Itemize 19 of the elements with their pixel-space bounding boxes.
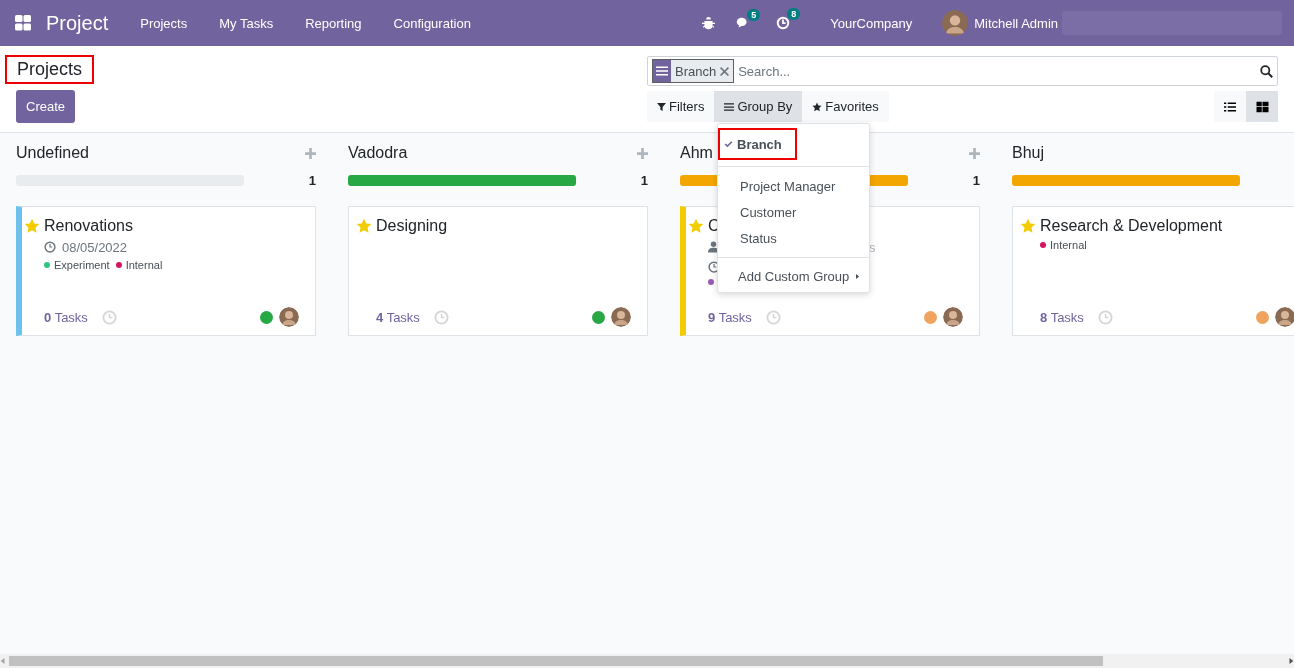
activity-count-badge: 8 xyxy=(787,8,801,20)
manager-name: s xyxy=(869,239,876,255)
record-count: 1 xyxy=(640,172,648,188)
record-count: 1 xyxy=(972,172,980,188)
facet-label: Branch xyxy=(675,63,717,79)
tag-label: Internal xyxy=(125,259,163,271)
project-name: Designing xyxy=(376,217,448,235)
message-count-badge: 5 xyxy=(747,8,761,21)
project-name: Research & Development xyxy=(1040,217,1223,235)
tag-label: Experiment xyxy=(54,259,110,271)
column-title: Undefined xyxy=(16,144,89,162)
record-count: 1 xyxy=(308,172,316,188)
column-title: Ahm xyxy=(680,144,713,162)
tag-label: Internal xyxy=(1050,239,1087,251)
column-title: Vadodra xyxy=(348,144,408,162)
project-name: Renovations xyxy=(44,217,133,235)
column-title: Bhuj xyxy=(1012,144,1045,162)
breadcrumb-title: Projects xyxy=(5,55,95,84)
project-date: 08/05/2022 xyxy=(62,239,128,255)
